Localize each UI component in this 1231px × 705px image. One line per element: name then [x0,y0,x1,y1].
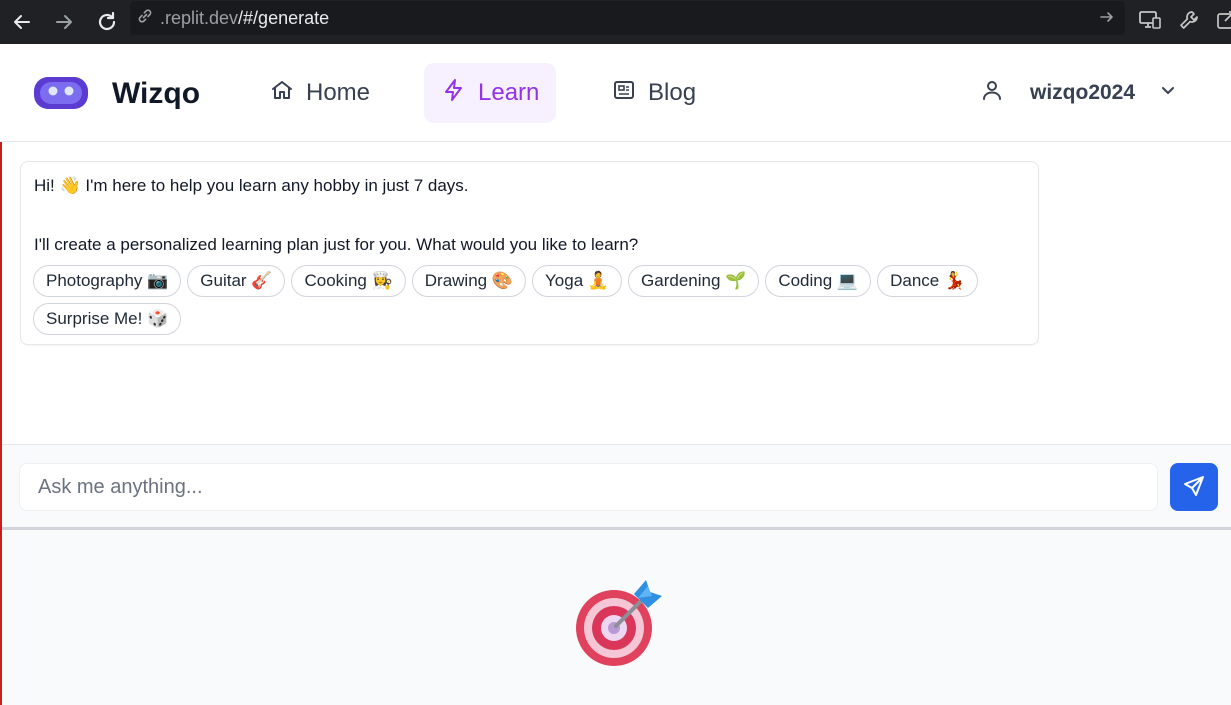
chip-guitar[interactable]: Guitar 🎸 [187,265,286,297]
nav-blog[interactable]: Blog [608,63,700,123]
browser-toolbar: .replit.dev/#/generate [0,0,1231,44]
assistant-message: Hi! 👋 I'm here to help you learn any hob… [20,161,1039,345]
nav-home-label: Home [306,79,371,106]
chat-area: Hi! 👋 I'm here to help you learn any hob… [2,142,1231,444]
chat-input-area [2,444,1231,530]
nav-learn-label: Learn [478,79,540,106]
nav-home[interactable]: Home [266,63,374,123]
chip-surprise-me[interactable]: Surprise Me! 🎲 [33,303,182,335]
nav-learn[interactable]: Learn [424,63,556,123]
reload-icon[interactable] [92,7,122,37]
brand-name[interactable]: Wizqo [112,77,200,111]
address-bar[interactable]: .replit.dev/#/generate [130,1,1125,35]
go-arrow-icon[interactable] [1099,9,1115,30]
user-menu[interactable]: wizqo2024 [980,78,1177,108]
username: wizqo2024 [1030,81,1136,104]
chip-coding[interactable]: Coding 💻 [765,265,872,297]
newspaper-icon [612,78,636,109]
chevron-down-icon[interactable] [1159,81,1177,105]
forward-arrow-icon[interactable] [49,7,79,37]
hobby-chips: Photography 📷 Guitar 🎸 Cooking 👩‍🍳 Drawi… [33,265,1033,335]
chip-drawing[interactable]: Drawing 🎨 [411,265,526,297]
link-icon [136,7,154,30]
chip-photography[interactable]: Photography 📷 [33,265,182,297]
chip-yoga[interactable]: Yoga 🧘 [532,265,623,297]
user-icon [980,78,1004,108]
nav-blog-label: Blog [648,79,697,106]
greeting-text: Hi! 👋 I'm here to help you learn any hob… [34,176,469,195]
prompt-text: I'll create a personalized learning plan… [34,235,639,254]
target-icon [572,572,668,668]
url-text: .replit.dev/#/generate [160,7,330,28]
wrench-icon[interactable] [1176,7,1202,33]
lower-panel [2,530,1231,705]
lightning-icon [442,78,466,109]
send-icon [1182,474,1206,501]
app-header: Wizqo Home Learn Blog wizqo2024 [0,44,1231,142]
back-arrow-icon[interactable] [7,7,37,37]
devices-icon[interactable] [1137,7,1163,33]
chat-input[interactable] [19,463,1158,511]
chip-gardening[interactable]: Gardening 🌱 [628,265,760,297]
chip-dance[interactable]: Dance 💃 [877,265,979,297]
chip-cooking[interactable]: Cooking 👩‍🍳 [291,265,406,297]
home-icon [270,78,294,109]
external-window-icon[interactable] [1213,7,1231,33]
wizqo-logo-icon[interactable] [34,77,88,109]
send-button[interactable] [1170,463,1218,511]
